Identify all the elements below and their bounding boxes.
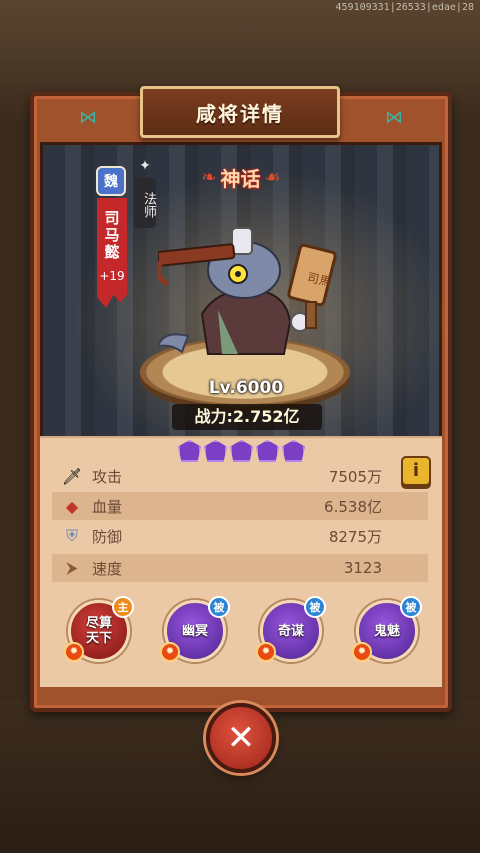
fire-icon: ✹ xyxy=(256,642,276,662)
rarity-label: 神话 xyxy=(220,166,261,191)
class-label: 法师 xyxy=(134,178,156,228)
star-icon xyxy=(178,440,201,462)
fish-ornament-icon: ⋈ xyxy=(385,107,403,128)
skill-name: 尽算 天下 xyxy=(85,616,112,646)
star-rating xyxy=(178,440,308,464)
title-plate: 咸将详情 xyxy=(140,86,340,138)
rarity-badge: ❧ 神话 ☙ xyxy=(196,160,286,194)
skill-tag-passive: 被 xyxy=(208,596,230,618)
hero-power: 战力:2.752亿 xyxy=(172,404,322,430)
close-button[interactable]: ✕ xyxy=(206,703,276,773)
debug-info: 459109331|26533|edae|28 xyxy=(335,2,474,13)
skill-tag-passive: 被 xyxy=(400,596,422,618)
skill-name: 奇谋 xyxy=(277,623,304,639)
skill-tag-passive: 被 xyxy=(304,596,326,618)
stat-label: 防御 xyxy=(92,527,123,546)
hero-bonus: +19 xyxy=(99,269,125,283)
shield-icon: ⛨ xyxy=(65,526,78,545)
star-icon xyxy=(204,440,227,462)
skill-name: 幽冥 xyxy=(181,623,208,639)
stat-label: 攻击 xyxy=(92,467,123,486)
close-icon: ✕ xyxy=(226,718,256,758)
laurel-right-icon: ☙ xyxy=(264,166,281,188)
stat-row-defense: ⛨ 防御 8275万 xyxy=(52,522,428,550)
skill-name: 鬼魅 xyxy=(373,623,400,639)
stat-label: 血量 xyxy=(92,497,123,516)
stat-row-hp: ◆ 血量 6.538亿 xyxy=(52,492,428,520)
book-icon: ✦ xyxy=(139,158,151,174)
star-icon xyxy=(256,440,279,462)
star-icon xyxy=(230,440,253,462)
stat-value: 6.538亿 xyxy=(324,497,382,516)
stat-row-speed: ⮞ 速度 3123 xyxy=(52,554,428,582)
hero-level: Lv.6000 xyxy=(208,378,284,398)
skill-tag-main: 主 xyxy=(112,596,134,618)
hero-name-banner: 司马懿 +19 xyxy=(97,198,127,308)
page-title: 咸将详情 xyxy=(196,101,284,126)
fish-ornament-icon: ⋈ xyxy=(79,107,97,128)
blood-icon: ◆ xyxy=(65,496,79,516)
hero-portrait: 司馬 xyxy=(158,227,337,355)
stat-value: 8275万 xyxy=(328,527,382,546)
stat-value: 7505万 xyxy=(328,467,382,486)
fire-icon: ✹ xyxy=(160,642,180,662)
hero-name: 司马懿 xyxy=(102,210,121,261)
fire-icon: ✹ xyxy=(64,642,84,662)
stat-value: 3123 xyxy=(343,559,382,577)
stat-row-attack: 🗡 攻击 7505万 xyxy=(52,462,428,490)
boot-icon: ⮞ xyxy=(66,558,78,577)
star-icon xyxy=(282,440,305,462)
laurel-left-icon: ❧ xyxy=(201,166,217,188)
stat-label: 速度 xyxy=(92,559,123,578)
kingdom-badge: 魏 xyxy=(96,166,126,196)
fire-icon: ✹ xyxy=(352,642,372,662)
sword-icon: 🗡 xyxy=(61,466,83,486)
